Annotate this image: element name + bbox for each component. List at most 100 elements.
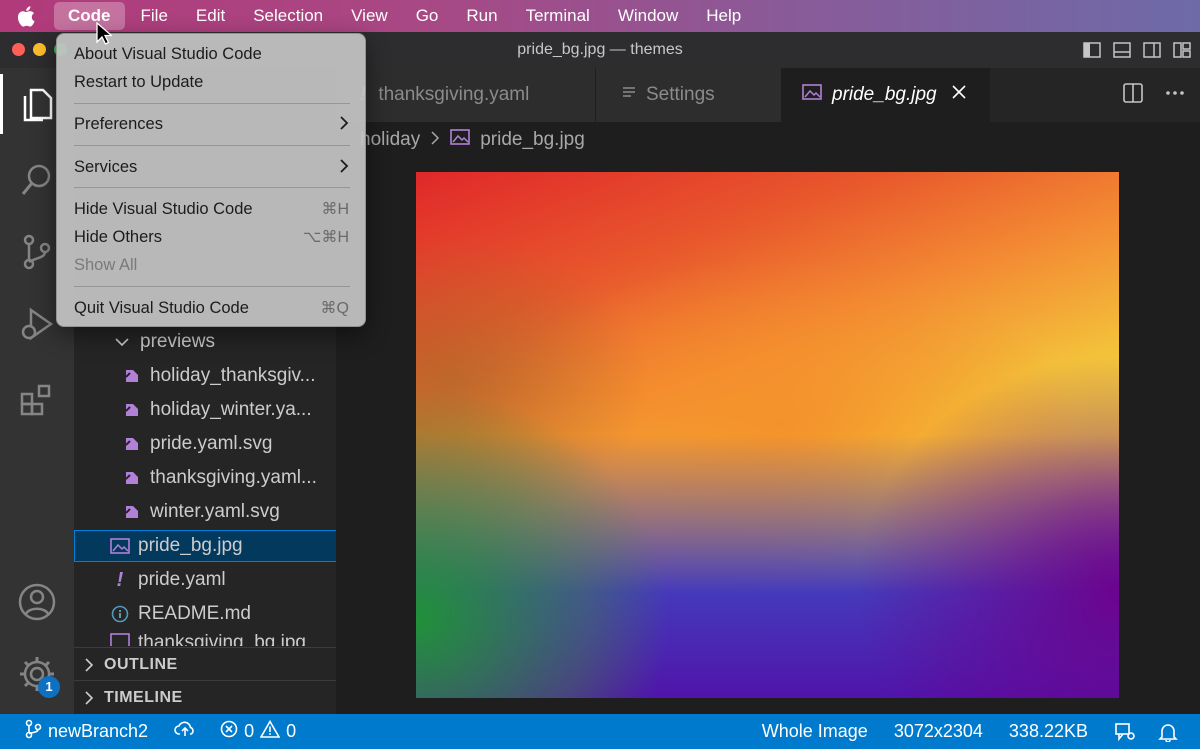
- menu-separator: [74, 286, 350, 287]
- extensions-icon[interactable]: [0, 370, 74, 430]
- close-tab-icon[interactable]: [951, 84, 967, 106]
- tree-item-pride-yaml[interactable]: ! pride.yaml: [74, 564, 336, 596]
- menu-edit[interactable]: Edit: [182, 0, 239, 32]
- zoom-status[interactable]: Whole Image: [762, 714, 868, 749]
- layout-controls: [1082, 40, 1192, 60]
- tree-item-label: pride.yaml: [138, 569, 226, 590]
- menu-file[interactable]: File: [127, 0, 182, 32]
- tree-item-readme[interactable]: README.md: [74, 598, 336, 630]
- toggle-primary-sidebar-icon[interactable]: [1082, 40, 1102, 60]
- pride-gradient-image[interactable]: [416, 172, 1119, 698]
- editor-actions: [1122, 82, 1186, 109]
- menu-shortcut: ⌥⌘H: [303, 229, 349, 246]
- apple-icon[interactable]: [0, 5, 52, 27]
- info-icon: [110, 605, 130, 623]
- tree-folder-label: previews: [140, 331, 215, 352]
- settings-update-badge: 1: [38, 676, 60, 698]
- tree-item-label: winter.yaml.svg: [150, 501, 280, 522]
- problems-status[interactable]: 0 0: [220, 714, 296, 749]
- git-branch-icon: [24, 719, 42, 744]
- menu-hide-others[interactable]: Hide Others ⌥⌘H: [57, 223, 365, 251]
- menu-services[interactable]: Services: [57, 153, 365, 181]
- image-file-icon: [110, 537, 130, 555]
- menu-selection[interactable]: Selection: [239, 0, 337, 32]
- tree-item[interactable]: holiday_winter.ya...: [74, 394, 336, 426]
- image-file-size: 338.22KB: [1008, 721, 1088, 741]
- accounts-icon[interactable]: [0, 572, 74, 632]
- svg-file-icon: [122, 401, 142, 419]
- toggle-secondary-sidebar-icon[interactable]: [1142, 40, 1162, 60]
- tree-item[interactable]: pride.yaml.svg: [74, 428, 336, 460]
- menu-terminal[interactable]: Terminal: [512, 0, 604, 32]
- chevron-right-icon: [430, 129, 440, 151]
- menu-restart-to-update[interactable]: Restart to Update: [57, 68, 365, 96]
- tree-item[interactable]: holiday_thanksgiv...: [74, 360, 336, 392]
- image-preview-editor: [336, 158, 1200, 714]
- image-layer: [416, 172, 1119, 698]
- image-dimensions: 3072x2304: [893, 721, 983, 741]
- svg-file-icon: [122, 503, 142, 521]
- menu-help[interactable]: Help: [692, 0, 755, 32]
- image-file-icon: [802, 83, 822, 107]
- toggle-panel-icon[interactable]: [1112, 40, 1132, 60]
- warning-icon: [259, 719, 281, 743]
- tab-pride-bg[interactable]: pride_bg.jpg: [782, 68, 990, 122]
- breadcrumb-file[interactable]: pride_bg.jpg: [480, 129, 585, 151]
- feedback-icon[interactable]: [1114, 714, 1136, 749]
- cloud-upload-icon: [174, 720, 196, 743]
- chevron-right-icon: [339, 114, 349, 135]
- menu-run[interactable]: Run: [452, 0, 511, 32]
- tree-item-label: thanksgiving_bg.jpg: [138, 632, 306, 646]
- menu-hide-vscode[interactable]: Hide Visual Studio Code ⌘H: [57, 195, 365, 223]
- settings-list-icon: [622, 84, 636, 106]
- customize-layout-icon[interactable]: [1172, 40, 1192, 60]
- menu-shortcut: ⌘H: [321, 201, 349, 218]
- tab-label: pride_bg.jpg: [832, 84, 937, 105]
- split-editor-icon[interactable]: [1122, 82, 1144, 109]
- tab-settings[interactable]: Settings: [596, 68, 782, 122]
- tree-folder-previews[interactable]: previews: [74, 326, 336, 358]
- menu-window[interactable]: Window: [604, 0, 692, 32]
- menu-quit-vscode[interactable]: Quit Visual Studio Code ⌘Q: [57, 294, 365, 322]
- tree-item-label: thanksgiving.yaml...: [150, 467, 317, 488]
- tree-item-pride-bg[interactable]: pride_bg.jpg: [74, 530, 336, 562]
- code-menu-dropdown: About Visual Studio Code Restart to Upda…: [56, 33, 366, 327]
- more-actions-icon[interactable]: [1164, 82, 1186, 109]
- branch-status[interactable]: newBranch2: [24, 714, 148, 749]
- tree-item-label: README.md: [138, 603, 251, 624]
- svg-file-icon: [122, 435, 142, 453]
- breadcrumb: holiday pride_bg.jpg: [336, 122, 1200, 158]
- outline-section-header[interactable]: OUTLINE: [74, 647, 336, 681]
- breadcrumb-folder[interactable]: holiday: [360, 129, 420, 151]
- timeline-label: TIMELINE: [104, 688, 183, 706]
- menu-code[interactable]: Code: [54, 2, 125, 30]
- image-file-icon: [110, 632, 130, 646]
- tree-item-label: holiday_thanksgiv...: [150, 365, 316, 386]
- menu-separator: [74, 187, 350, 188]
- outline-label: OUTLINE: [104, 655, 178, 673]
- menu-separator: [74, 145, 350, 146]
- editor-tab-bar: ! thanksgiving.yaml Settings pride_bg.jp…: [336, 68, 1200, 122]
- tree-item-label: holiday_winter.ya...: [150, 399, 312, 420]
- yaml-file-icon: !: [116, 568, 124, 591]
- sync-status[interactable]: [174, 714, 196, 749]
- timeline-section-header[interactable]: TIMELINE: [74, 680, 336, 714]
- tree-item-thanksgiving-bg[interactable]: thanksgiving_bg.jpg: [74, 632, 336, 646]
- menu-item-label: Hide Others: [74, 227, 163, 246]
- svg-file-icon: [122, 367, 142, 385]
- menu-go[interactable]: Go: [402, 0, 453, 32]
- menu-view[interactable]: View: [337, 0, 402, 32]
- tree-item[interactable]: thanksgiving.yaml...: [74, 462, 336, 494]
- tree-item[interactable]: winter.yaml.svg: [74, 496, 336, 528]
- menu-item-label: Hide Visual Studio Code: [74, 199, 253, 218]
- error-icon: [220, 720, 238, 743]
- tree-item-label: pride_bg.jpg: [138, 535, 243, 556]
- notifications-bell-icon[interactable]: [1158, 714, 1178, 749]
- mouse-pointer-icon: [96, 21, 114, 51]
- macos-menubar: Code File Edit Selection View Go Run Ter…: [0, 0, 1200, 32]
- manage-gear-icon[interactable]: [0, 644, 74, 704]
- chevron-right-icon: [339, 157, 349, 178]
- tab-thanksgiving-yaml[interactable]: ! thanksgiving.yaml: [336, 68, 596, 122]
- menu-preferences[interactable]: Preferences: [57, 110, 365, 138]
- menu-item-label: Quit Visual Studio Code: [74, 298, 249, 317]
